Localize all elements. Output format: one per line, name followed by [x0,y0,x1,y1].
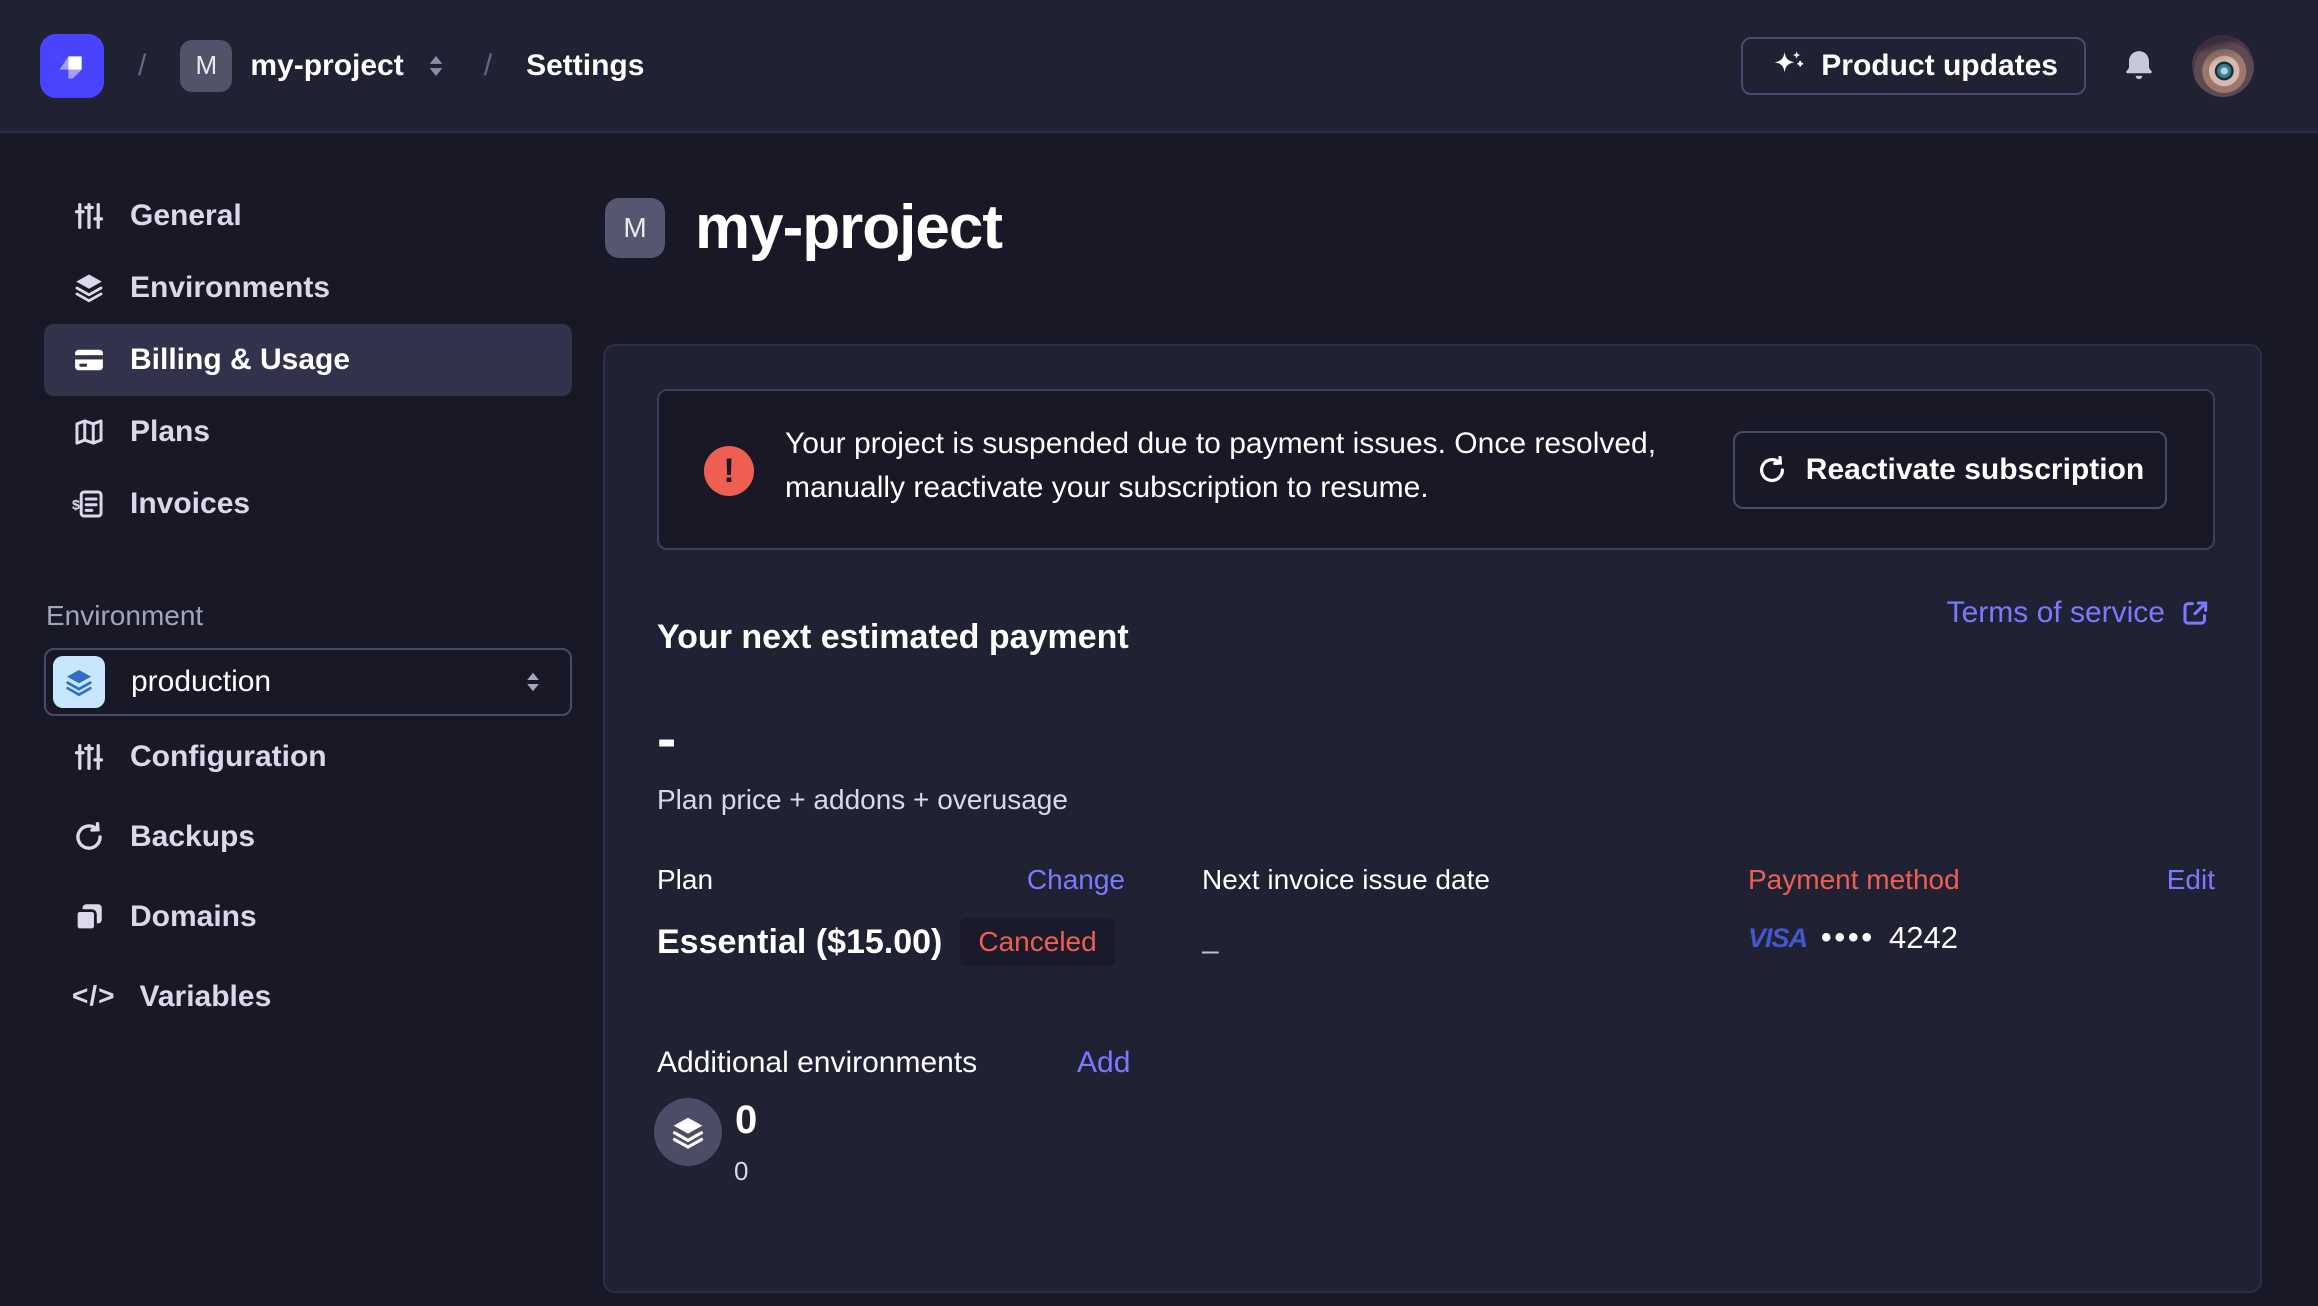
notifications-bell-button[interactable] [2120,47,2158,85]
suspended-alert: ! Your project is suspended due to payme… [657,389,2215,550]
environment-select-value: production [131,665,271,699]
alert-message-line1: Your project is suspended due to payment… [785,422,1656,466]
reactivate-subscription-label: Reactivate subscription [1806,453,2144,487]
sidebar-item-invoices[interactable]: $ Invoices [44,468,572,540]
sidebar-item-environments[interactable]: Environments [44,252,572,324]
payment-method-value: VISA •••• 4242 [1748,920,2215,956]
sidebar-item-label: Plans [130,415,210,449]
rotate-icon [72,820,106,854]
project-initial-badge: M [180,40,232,92]
code-icon: </> [72,980,115,1014]
exclamation-circle-icon: ! [704,446,754,496]
windows-stack-icon [72,900,106,934]
sidebar-item-label: Invoices [130,487,250,521]
terms-of-service-link[interactable]: Terms of service [1947,596,2211,630]
breadcrumb-separator: / [484,49,492,83]
next-payment-amount: - [657,710,676,768]
payment-formula-caption: Plan price + addons + overusage [657,784,1068,816]
bell-icon [2120,47,2158,85]
chevron-updown-icon [422,52,450,80]
breadcrumb-project[interactable]: my-project [250,49,403,83]
credit-card-icon [72,343,106,377]
next-invoice-value: – [1202,934,1622,968]
sidebar-item-backups[interactable]: Backups [44,801,572,873]
environment-section-label: Environment [46,600,203,632]
product-updates-label: Product updates [1821,49,2058,83]
invoice-icon: $ [72,487,106,521]
billing-card: ! Your project is suspended due to payme… [603,344,2262,1293]
sparkles-icon [1769,48,1805,84]
layers-icon [72,271,106,305]
change-plan-link[interactable]: Change [1027,864,1125,896]
external-link-icon [2179,597,2211,629]
strapi-logo[interactable] [40,34,104,98]
environments-subcount: 0 [734,1156,748,1187]
card-last4: 4242 [1889,920,1958,956]
environments-count: 0 [735,1098,757,1143]
environment-select[interactable]: production [44,648,572,716]
canceled-status-badge: Canceled [960,918,1114,966]
top-navbar: / M my-project / Settings Product update… [0,0,2318,133]
sidebar-item-label: Domains [130,900,257,934]
map-icon [72,415,106,449]
payment-method-label: Payment method [1748,864,1960,896]
plan-value: Essential ($15.00) [657,923,942,962]
sidebar-item-label: General [130,199,242,233]
layers-icon [63,666,95,698]
next-invoice-label: Next invoice issue date [1202,864,1490,896]
sidebar-item-label: Configuration [130,740,327,774]
sidebar-item-label: Variables [139,980,271,1014]
project-title-row: M my-project [605,192,1002,263]
project-initial-badge: M [605,198,665,258]
user-avatar[interactable] [2192,35,2254,97]
reactivate-subscription-button[interactable]: Reactivate subscription [1733,431,2167,509]
layers-icon [669,1113,707,1151]
plan-column: Plan Change Essential ($15.00) Canceled [657,864,1125,966]
terms-of-service-label: Terms of service [1947,596,2165,630]
sidebar-item-label: Billing & Usage [130,343,350,377]
breadcrumb-settings[interactable]: Settings [526,49,644,83]
product-updates-button[interactable]: Product updates [1741,37,2086,95]
sidebar-item-label: Environments [130,271,330,305]
card-masked-dots: •••• [1821,921,1875,955]
chevron-updown-icon [520,669,546,695]
environment-select-icon-wrap [53,656,105,708]
sidebar-item-general[interactable]: General [44,180,572,252]
additional-environments-label: Additional environments [657,1046,1077,1080]
sidebar-item-configuration[interactable]: Configuration [44,721,572,793]
sidebar-item-variables[interactable]: </> Variables [44,961,572,1033]
visa-brand-mark: VISA [1748,923,1807,954]
plan-label: Plan [657,864,713,896]
alert-message-line2: manually reactivate your subscription to… [785,466,1656,510]
select-chevrons [520,669,546,695]
sidebar-item-plans[interactable]: Plans [44,396,572,468]
next-invoice-column: Next invoice issue date – [1202,864,1622,968]
rotate-icon [1756,454,1788,486]
payment-method-column: Payment method Edit VISA •••• 4242 [1748,864,2215,956]
app-root: / M my-project / Settings Product update… [0,0,2318,1306]
header-actions: Product updates [1741,35,2254,97]
sidebar-item-label: Backups [130,820,255,854]
edit-payment-method-link[interactable]: Edit [2167,864,2215,896]
sliders-icon [72,199,106,233]
sidebar-item-domains[interactable]: Domains [44,881,572,953]
sliders-icon [72,740,106,774]
page-title: my-project [695,192,1002,263]
sidebar-item-billing-usage[interactable]: Billing & Usage [44,324,572,396]
breadcrumb-separator: / [138,49,146,83]
project-switcher-chevrons[interactable] [422,52,450,80]
next-payment-heading: Your next estimated payment [657,618,1129,657]
environments-stat-badge [654,1098,722,1166]
svg-text:$: $ [72,498,80,514]
add-environment-link[interactable]: Add [1077,1046,1130,1080]
additional-environments-row: Additional environments Add [657,1046,1130,1080]
alert-message: Your project is suspended due to payment… [785,422,1656,510]
strapi-logo-icon [52,46,92,86]
